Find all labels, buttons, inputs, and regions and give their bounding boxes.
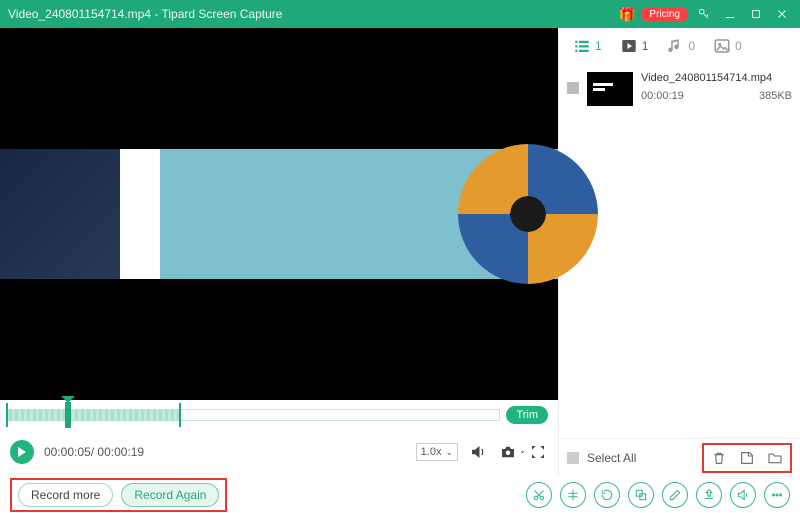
volume-icon[interactable] [468, 442, 488, 462]
share-icon[interactable] [696, 482, 722, 508]
filter-audio[interactable]: 0 [666, 37, 695, 55]
file-thumbnail[interactable] [587, 72, 633, 106]
playback-speed-select[interactable]: 1.0x ⌄ [416, 443, 458, 461]
key-icon[interactable] [694, 4, 714, 24]
export-icon[interactable] [736, 448, 758, 468]
play-button[interactable] [10, 440, 34, 464]
select-all-label: Select All [587, 451, 636, 465]
trim-button[interactable]: Trim [506, 406, 548, 424]
file-size: 385KB [759, 90, 792, 102]
merge-icon[interactable] [628, 482, 654, 508]
fullscreen-icon[interactable] [528, 442, 548, 462]
file-filter-tabs: 1 1 0 0 [559, 28, 800, 64]
close-button[interactable] [772, 4, 792, 24]
time-readout: 00:00:05/ 00:00:19 [44, 445, 144, 459]
trim-timeline[interactable] [6, 406, 500, 424]
rotate-icon[interactable] [594, 482, 620, 508]
highlighted-file-actions [702, 443, 792, 473]
minimize-button[interactable] [720, 4, 740, 24]
chevron-down-icon: ⌄ [445, 447, 453, 458]
split-icon[interactable] [560, 482, 586, 508]
video-preview[interactable] [0, 28, 558, 400]
record-again-button[interactable]: Record Again [121, 483, 219, 507]
filter-list[interactable]: 1 [573, 37, 602, 55]
file-name: Video_240801154714.mp4 [8, 7, 151, 21]
title-bar: Video_240801154714.mp4 - Tipard Screen C… [0, 0, 800, 28]
filter-video[interactable]: 1 [620, 37, 649, 55]
pricing-badge[interactable]: Pricing [641, 7, 688, 22]
snapshot-icon[interactable]: ⌄ [498, 442, 518, 462]
cut-icon[interactable] [526, 482, 552, 508]
highlighted-record-buttons: Record more Record Again [10, 478, 227, 512]
open-folder-icon[interactable] [764, 448, 786, 468]
edit-icon[interactable] [662, 482, 688, 508]
chevron-down-icon: ⌄ [519, 446, 526, 455]
file-duration: 00:00:19 [641, 90, 684, 102]
more-icon[interactable] [764, 482, 790, 508]
audio-adjust-icon[interactable] [730, 482, 756, 508]
filter-image[interactable]: 0 [713, 37, 742, 55]
list-item[interactable]: Video_240801154714.mp4 00:00:19 385KB [567, 66, 792, 112]
playhead[interactable] [65, 402, 71, 428]
bottom-toolbar: Record more Record Again [0, 476, 800, 513]
maximize-button[interactable] [746, 4, 766, 24]
file-list: Video_240801154714.mp4 00:00:19 385KB [559, 64, 800, 438]
app-name: Tipard Screen Capture [162, 7, 283, 21]
select-all-checkbox[interactable] [567, 452, 579, 464]
trim-handle-right[interactable] [179, 403, 181, 427]
file-name-label: Video_240801154714.mp4 [641, 72, 792, 84]
trim-handle-left[interactable] [6, 403, 8, 427]
record-more-button[interactable]: Record more [18, 483, 113, 507]
delete-icon[interactable] [708, 448, 730, 468]
row-checkbox[interactable] [567, 82, 579, 94]
gift-icon[interactable]: 🎁 [619, 6, 635, 22]
video-frame-art [458, 144, 598, 284]
